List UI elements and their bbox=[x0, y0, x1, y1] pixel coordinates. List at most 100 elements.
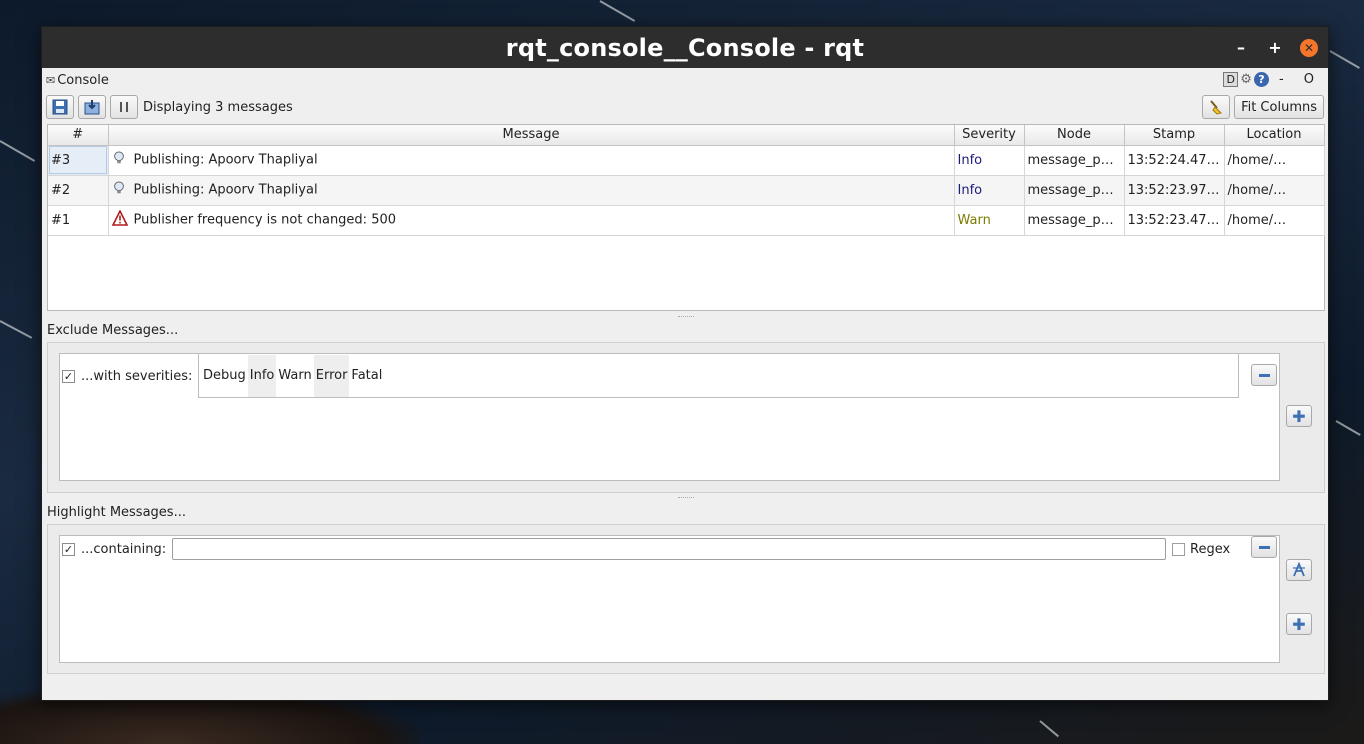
window-controls: – + ✕ bbox=[1232, 27, 1318, 68]
column-header-location[interactable]: Location bbox=[1224, 125, 1325, 146]
clear-button[interactable] bbox=[1202, 95, 1231, 119]
column-header-severity[interactable]: Severity bbox=[954, 125, 1025, 146]
minimize-icon[interactable]: – bbox=[1232, 38, 1250, 57]
regex-checkbox[interactable] bbox=[1172, 542, 1185, 556]
column-header-node[interactable]: Node bbox=[1024, 125, 1125, 146]
row-stamp[interactable]: 13:52:23.97… bbox=[1124, 175, 1225, 206]
table-row[interactable]: #2 Publishing: Apoorv Thapliyal Info mes… bbox=[48, 175, 1325, 206]
exclude-heading: Exclude Messages... bbox=[47, 323, 179, 338]
plugin-title: Console bbox=[57, 73, 109, 88]
containing-text-input[interactable] bbox=[172, 538, 1166, 560]
row-node[interactable]: message_p… bbox=[1024, 145, 1125, 176]
table-row[interactable]: #3 Publishing: Apoorv Thapliyal Info mes… bbox=[48, 145, 1325, 176]
window-title: rqt_console__Console - rqt bbox=[505, 33, 865, 62]
row-message-cell[interactable]: Publishing: Apoorv Thapliyal bbox=[108, 175, 955, 206]
dock-button[interactable]: D bbox=[1223, 72, 1239, 87]
close-icon[interactable]: ✕ bbox=[1300, 38, 1318, 57]
severity-filter-label: ...with severities: bbox=[81, 368, 193, 384]
text-filter-checkbox[interactable]: ✓ bbox=[62, 542, 75, 556]
background-streak bbox=[0, 140, 36, 162]
maximize-icon[interactable]: + bbox=[1266, 38, 1284, 57]
console-icon: ✉ bbox=[46, 74, 56, 87]
plugin-close-controls[interactable]: - O bbox=[1279, 72, 1322, 87]
background-streak bbox=[1329, 50, 1360, 69]
plus-icon: ✚ bbox=[1292, 614, 1306, 634]
console-toolbar: Displaying 3 messages Fit Columns bbox=[42, 93, 1328, 121]
row-severity[interactable]: Info bbox=[954, 145, 1025, 176]
severity-option-info[interactable]: Info bbox=[247, 354, 277, 397]
column-header-message[interactable]: Message bbox=[108, 125, 955, 146]
column-header-number[interactable]: # bbox=[48, 125, 109, 146]
exclude-filter-list: ✓ ...with severities: Debug Info Warn Er… bbox=[59, 353, 1280, 481]
row-message-cell[interactable]: Publishing: Apoorv Thapliyal bbox=[108, 145, 955, 176]
regex-label: Regex bbox=[1190, 541, 1231, 557]
row-message-cell[interactable]: Publisher frequency is not changed: 500 bbox=[108, 205, 955, 236]
save-button[interactable] bbox=[46, 95, 74, 119]
severity-list: Debug Info Warn Error Fatal bbox=[198, 354, 1239, 398]
severity-option-fatal[interactable]: Fatal bbox=[349, 355, 384, 397]
background-streak bbox=[599, 0, 636, 22]
row-message: Publishing: Apoorv Thapliyal bbox=[133, 152, 318, 168]
add-highlight-filter-button[interactable]: ✚ bbox=[1286, 613, 1312, 635]
column-header-stamp[interactable]: Stamp bbox=[1124, 125, 1225, 146]
info-bulb-icon bbox=[112, 150, 128, 170]
row-location[interactable]: /home/… bbox=[1224, 145, 1325, 176]
highlight-group: ✓ ...containing: Regex ✚ bbox=[47, 524, 1325, 674]
splitter-handle[interactable] bbox=[678, 497, 694, 500]
add-exclude-filter-button[interactable]: ✚ bbox=[1286, 405, 1312, 427]
severity-option-debug[interactable]: Debug bbox=[201, 355, 248, 397]
minus-icon bbox=[1258, 373, 1270, 377]
plugin-header: ✉ Console D ⚙ ? - O bbox=[42, 68, 1328, 93]
text-filter-label: ...containing: bbox=[81, 541, 167, 557]
row-stamp[interactable]: 13:52:24.47… bbox=[1124, 145, 1225, 176]
toolbar-right: Fit Columns bbox=[1202, 95, 1324, 119]
row-stamp[interactable]: 13:52:23.47… bbox=[1124, 205, 1225, 236]
row-location[interactable]: /home/… bbox=[1224, 205, 1325, 236]
regex-toggle[interactable]: Regex bbox=[1172, 536, 1230, 562]
info-bulb-icon bbox=[112, 180, 128, 200]
table-header-row: # Message Severity Node Stamp Location bbox=[48, 125, 1325, 146]
window-titlebar[interactable]: rqt_console__Console - rqt – + ✕ bbox=[42, 27, 1328, 68]
row-number[interactable]: #3 bbox=[48, 145, 109, 176]
table-row[interactable]: #1 Publisher frequency is not changed: 5… bbox=[48, 205, 1325, 236]
highlight-style-button[interactable] bbox=[1286, 559, 1312, 581]
pause-icon bbox=[120, 102, 128, 112]
row-number[interactable]: #1 bbox=[48, 205, 109, 236]
broom-icon bbox=[1210, 100, 1223, 115]
row-severity[interactable]: Warn bbox=[954, 205, 1025, 236]
splitter-handle[interactable] bbox=[678, 316, 694, 319]
plugin-controls: D ⚙ ? - O bbox=[1223, 72, 1322, 87]
row-message: Publisher frequency is not changed: 500 bbox=[133, 212, 397, 228]
severity-filter-checkbox[interactable]: ✓ bbox=[62, 369, 75, 383]
highlight-heading: Highlight Messages... bbox=[47, 505, 186, 520]
exclude-group: ✓ ...with severities: Debug Info Warn Er… bbox=[47, 342, 1325, 493]
gear-icon[interactable]: ⚙ bbox=[1240, 72, 1252, 87]
plus-icon: ✚ bbox=[1292, 406, 1306, 426]
row-message: Publishing: Apoorv Thapliyal bbox=[133, 182, 318, 198]
background-streak bbox=[1039, 720, 1060, 738]
fit-columns-button[interactable]: Fit Columns bbox=[1234, 95, 1324, 119]
row-node[interactable]: message_p… bbox=[1024, 205, 1125, 236]
background-streak bbox=[0, 320, 33, 339]
pause-button[interactable] bbox=[110, 95, 138, 119]
load-icon bbox=[84, 100, 100, 115]
help-icon[interactable]: ? bbox=[1253, 72, 1269, 87]
text-highlight-icon bbox=[1293, 562, 1305, 577]
row-node[interactable]: message_p… bbox=[1024, 175, 1125, 206]
message-count-label: Displaying 3 messages bbox=[143, 99, 293, 115]
severity-option-warn[interactable]: Warn bbox=[276, 355, 313, 397]
load-button[interactable] bbox=[78, 95, 106, 119]
severity-option-error[interactable]: Error bbox=[313, 354, 350, 397]
remove-highlight-filter-button[interactable] bbox=[1251, 536, 1277, 558]
message-table[interactable]: # Message Severity Node Stamp Location #… bbox=[47, 124, 1325, 311]
background-streak bbox=[1335, 420, 1361, 436]
row-number[interactable]: #2 bbox=[48, 175, 109, 206]
save-icon bbox=[52, 99, 68, 115]
row-location[interactable]: /home/… bbox=[1224, 175, 1325, 206]
warning-triangle-icon bbox=[111, 209, 128, 230]
row-severity[interactable]: Info bbox=[954, 175, 1025, 206]
minus-icon bbox=[1258, 545, 1270, 549]
severity-filter-row: ✓ ...with severities: Debug Info Warn Er… bbox=[60, 354, 1279, 398]
highlight-filter-list: ✓ ...containing: Regex bbox=[59, 535, 1280, 663]
remove-exclude-filter-button[interactable] bbox=[1251, 364, 1277, 386]
